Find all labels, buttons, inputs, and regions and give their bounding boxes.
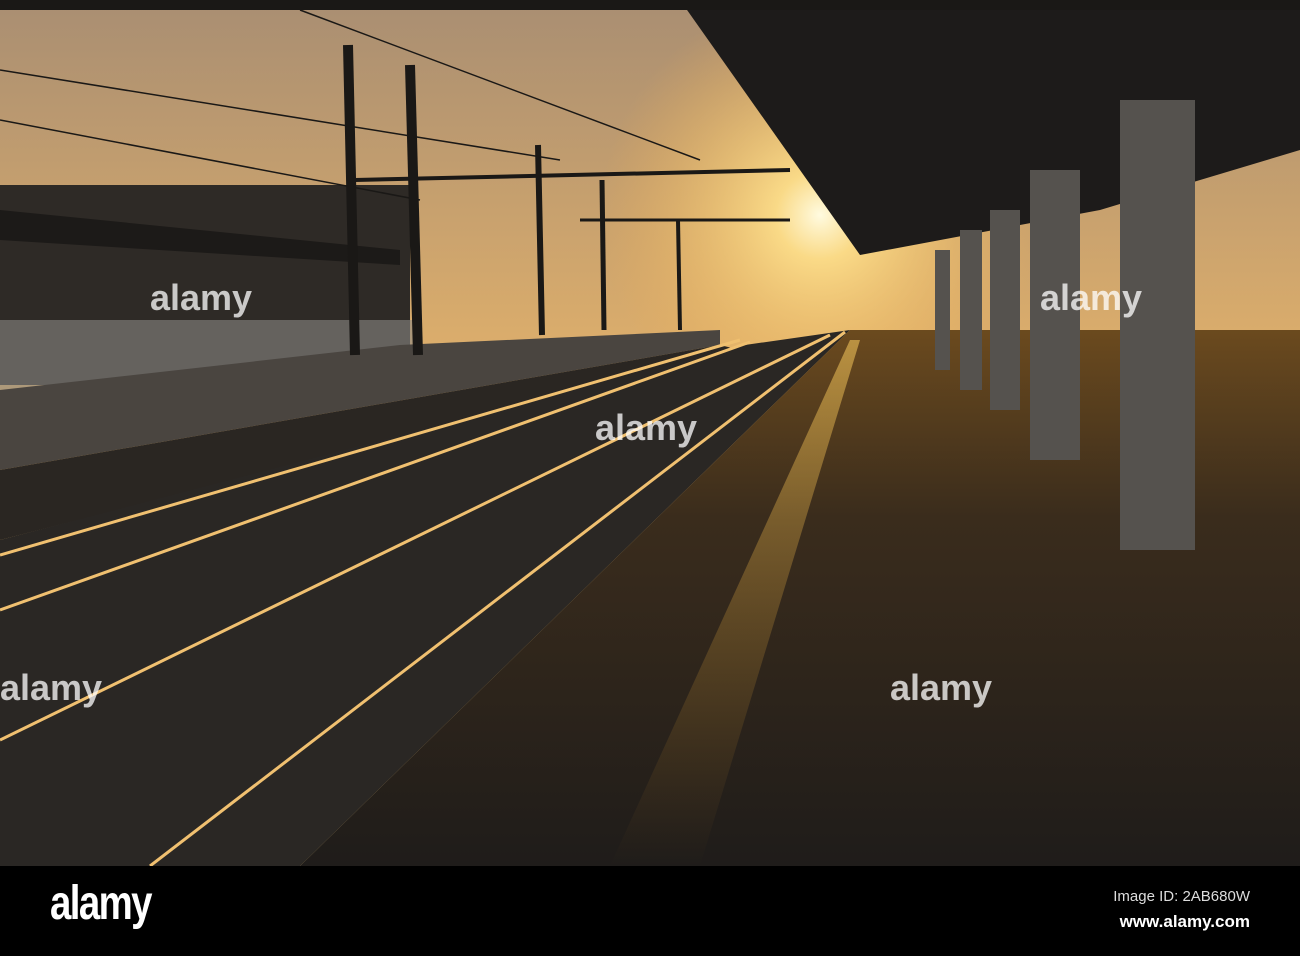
site-link[interactable]: www.alamy.com <box>1120 912 1250 932</box>
train-station-photo: alamy alamy alamy alamy alamy <box>0 0 1300 866</box>
svg-text:alamy: alamy <box>150 277 252 318</box>
svg-text:alamy: alamy <box>1040 277 1142 318</box>
footer-bar: alamy Image ID: 2AB680W www.alamy.com <box>0 866 1300 956</box>
stock-photo: alamy alamy alamy alamy alamy alamy Imag… <box>0 0 1300 956</box>
svg-text:alamy: alamy <box>595 407 697 448</box>
alamy-logo[interactable]: alamy <box>50 876 152 931</box>
svg-text:alamy: alamy <box>0 667 102 708</box>
svg-text:alamy: alamy <box>890 667 992 708</box>
image-id: Image ID: 2AB680W <box>1113 888 1250 905</box>
top-canopy-edge <box>0 0 1300 10</box>
